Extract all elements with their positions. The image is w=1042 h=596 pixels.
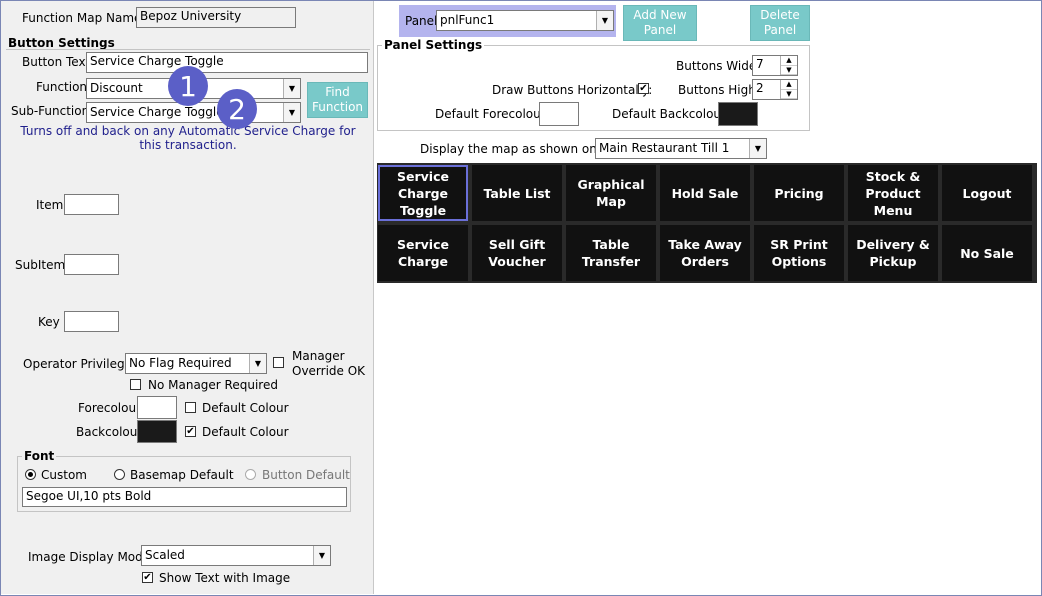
callout-badge-2: 2 <box>217 89 257 129</box>
find-function-button[interactable]: Find Function <box>307 82 368 118</box>
tile-sr-print-options[interactable]: SR Print Options <box>754 225 844 281</box>
backcolour-default-label: Default Colour <box>202 425 289 439</box>
function-label: Function <box>36 80 88 94</box>
font-basemap-label: Basemap Default <box>130 468 234 482</box>
tile-hold-sale[interactable]: Hold Sale <box>660 165 750 221</box>
delete-panel-button[interactable]: Delete Panel <box>750 5 810 41</box>
subitem-label: SubItem <box>15 258 66 272</box>
checkmark-icon: ✔ <box>186 426 195 437</box>
font-button-default-radio[interactable] <box>245 469 256 480</box>
display-map-label: Display the map as shown on till: <box>420 142 620 156</box>
chevron-down-icon: ▼ <box>313 546 330 565</box>
arrow-down-icon: ▼ <box>781 66 797 75</box>
tile-stock-product-menu[interactable]: Stock & Product Menu <box>848 165 938 221</box>
tile-table-list[interactable]: Table List <box>472 165 562 221</box>
backcolour-default-checkbox[interactable]: ✔ <box>185 426 196 437</box>
add-new-panel-button[interactable]: Add New Panel <box>623 5 697 41</box>
button-settings-title: Button Settings <box>8 36 115 50</box>
buttons-high-input[interactable]: 2 ▲ ▼ <box>752 79 798 100</box>
image-display-mode-value: Scaled <box>145 548 185 562</box>
display-map-value: Main Restaurant Till 1 <box>599 141 730 155</box>
tile-no-sale[interactable]: No Sale <box>942 225 1032 281</box>
panel-select[interactable]: pnlFunc1 ▼ <box>436 10 614 31</box>
backcolour-swatch[interactable] <box>137 420 177 443</box>
chevron-down-icon: ▼ <box>749 139 766 158</box>
buttons-high-value: 2 <box>756 81 764 95</box>
manager-override-label: Manager Override OK <box>292 349 366 378</box>
font-group-title: Font <box>22 449 57 463</box>
arrow-up-icon: ▲ <box>781 56 797 66</box>
tile-logout[interactable]: Logout <box>942 165 1032 221</box>
forecolour-default-checkbox[interactable] <box>185 402 196 413</box>
operator-privilege-label: Operator Privilege: <box>23 357 137 371</box>
default-backcolour-label: Default Backcolour <box>612 107 726 121</box>
panel-select-value: pnlFunc1 <box>440 13 495 27</box>
function-map-label: Function Map Name: <box>22 11 146 25</box>
tile-table-transfer[interactable]: Table Transfer <box>566 225 656 281</box>
key-label: Key <box>38 315 60 329</box>
function-map-name-field[interactable]: Bepoz University <box>136 7 296 28</box>
image-display-mode-select[interactable]: Scaled ▼ <box>141 545 331 566</box>
item-input[interactable] <box>64 194 119 215</box>
font-custom-radio[interactable] <box>25 469 36 480</box>
button-map-grid: Service Charge Toggle Table List Graphic… <box>377 163 1037 283</box>
default-forecolour-label: Default Forecolour <box>435 107 546 121</box>
buttons-wide-spinner[interactable]: ▲ ▼ <box>780 56 797 75</box>
backcolour-label: Backcolour <box>76 425 143 439</box>
chevron-down-icon: ▼ <box>283 103 300 122</box>
forecolour-swatch[interactable] <box>137 396 177 419</box>
buttons-high-label: Buttons High: <box>678 83 760 97</box>
show-text-checkbox[interactable]: ✔ <box>142 572 153 583</box>
tile-delivery-pickup[interactable]: Delivery & Pickup <box>848 225 938 281</box>
arrow-up-icon: ▲ <box>781 80 797 90</box>
operator-privilege-value: No Flag Required <box>129 356 232 370</box>
display-map-select[interactable]: Main Restaurant Till 1 ▼ <box>595 138 767 159</box>
default-forecolour-swatch[interactable] <box>539 102 579 126</box>
tile-graphical-map[interactable]: Graphical Map <box>566 165 656 221</box>
item-label: Item <box>36 198 64 212</box>
sub-function-select-value: Service Charge Toggle <box>90 105 224 119</box>
font-basemap-radio[interactable] <box>114 469 125 480</box>
buttons-wide-label: Buttons Wide: <box>676 59 761 73</box>
button-text-input[interactable]: Service Charge Toggle <box>86 52 368 73</box>
buttons-wide-value: 7 <box>756 57 764 71</box>
font-button-default-label: Button Default <box>262 468 350 482</box>
draw-horizontally-label: Draw Buttons Horizontally: <box>492 83 653 97</box>
tile-take-away-orders[interactable]: Take Away Orders <box>660 225 750 281</box>
sub-function-label: Sub-Function <box>11 104 90 118</box>
checkmark-icon: ✔ <box>143 572 152 583</box>
tile-sell-gift-voucher[interactable]: Sell Gift Voucher <box>472 225 562 281</box>
key-input[interactable] <box>64 311 119 332</box>
show-text-label: Show Text with Image <box>159 571 291 585</box>
chevron-down-icon: ▼ <box>249 354 266 373</box>
button-text-label: Button Text <box>22 55 91 69</box>
arrow-down-icon: ▼ <box>781 90 797 99</box>
panel-settings-title: Panel Settings <box>382 38 485 52</box>
subitem-input[interactable] <box>64 254 119 275</box>
buttons-wide-input[interactable]: 7 ▲ ▼ <box>752 55 798 76</box>
tile-pricing[interactable]: Pricing <box>754 165 844 221</box>
default-backcolour-swatch[interactable] <box>718 102 758 126</box>
checkmark-icon: ✔ <box>639 83 648 94</box>
operator-privilege-select[interactable]: No Flag Required ▼ <box>125 353 267 374</box>
function-description: Turns off and back on any Automatic Serv… <box>20 124 356 152</box>
forecolour-default-label: Default Colour <box>202 401 289 415</box>
function-select-value: Discount <box>90 81 143 95</box>
panel-label: Panel <box>405 14 438 28</box>
draw-horizontally-checkbox[interactable]: ✔ <box>638 83 649 94</box>
callout-badge-1: 1 <box>168 66 208 106</box>
no-manager-checkbox[interactable] <box>130 379 141 390</box>
no-manager-label: No Manager Required <box>148 378 278 392</box>
image-display-mode-label: Image Display Mode: <box>28 550 155 564</box>
chevron-down-icon: ▼ <box>283 79 300 98</box>
font-custom-label: Custom <box>41 468 87 482</box>
buttons-high-spinner[interactable]: ▲ ▼ <box>780 80 797 99</box>
manager-override-checkbox[interactable] <box>273 357 284 368</box>
font-value-field[interactable]: Segoe UI,10 pts Bold <box>22 487 347 507</box>
forecolour-label: Forecolour <box>78 401 142 415</box>
tile-service-charge[interactable]: Service Charge <box>378 225 468 281</box>
tile-service-charge-toggle[interactable]: Service Charge Toggle <box>378 165 468 221</box>
button-settings-divider <box>6 49 370 50</box>
chevron-down-icon: ▼ <box>596 11 613 30</box>
